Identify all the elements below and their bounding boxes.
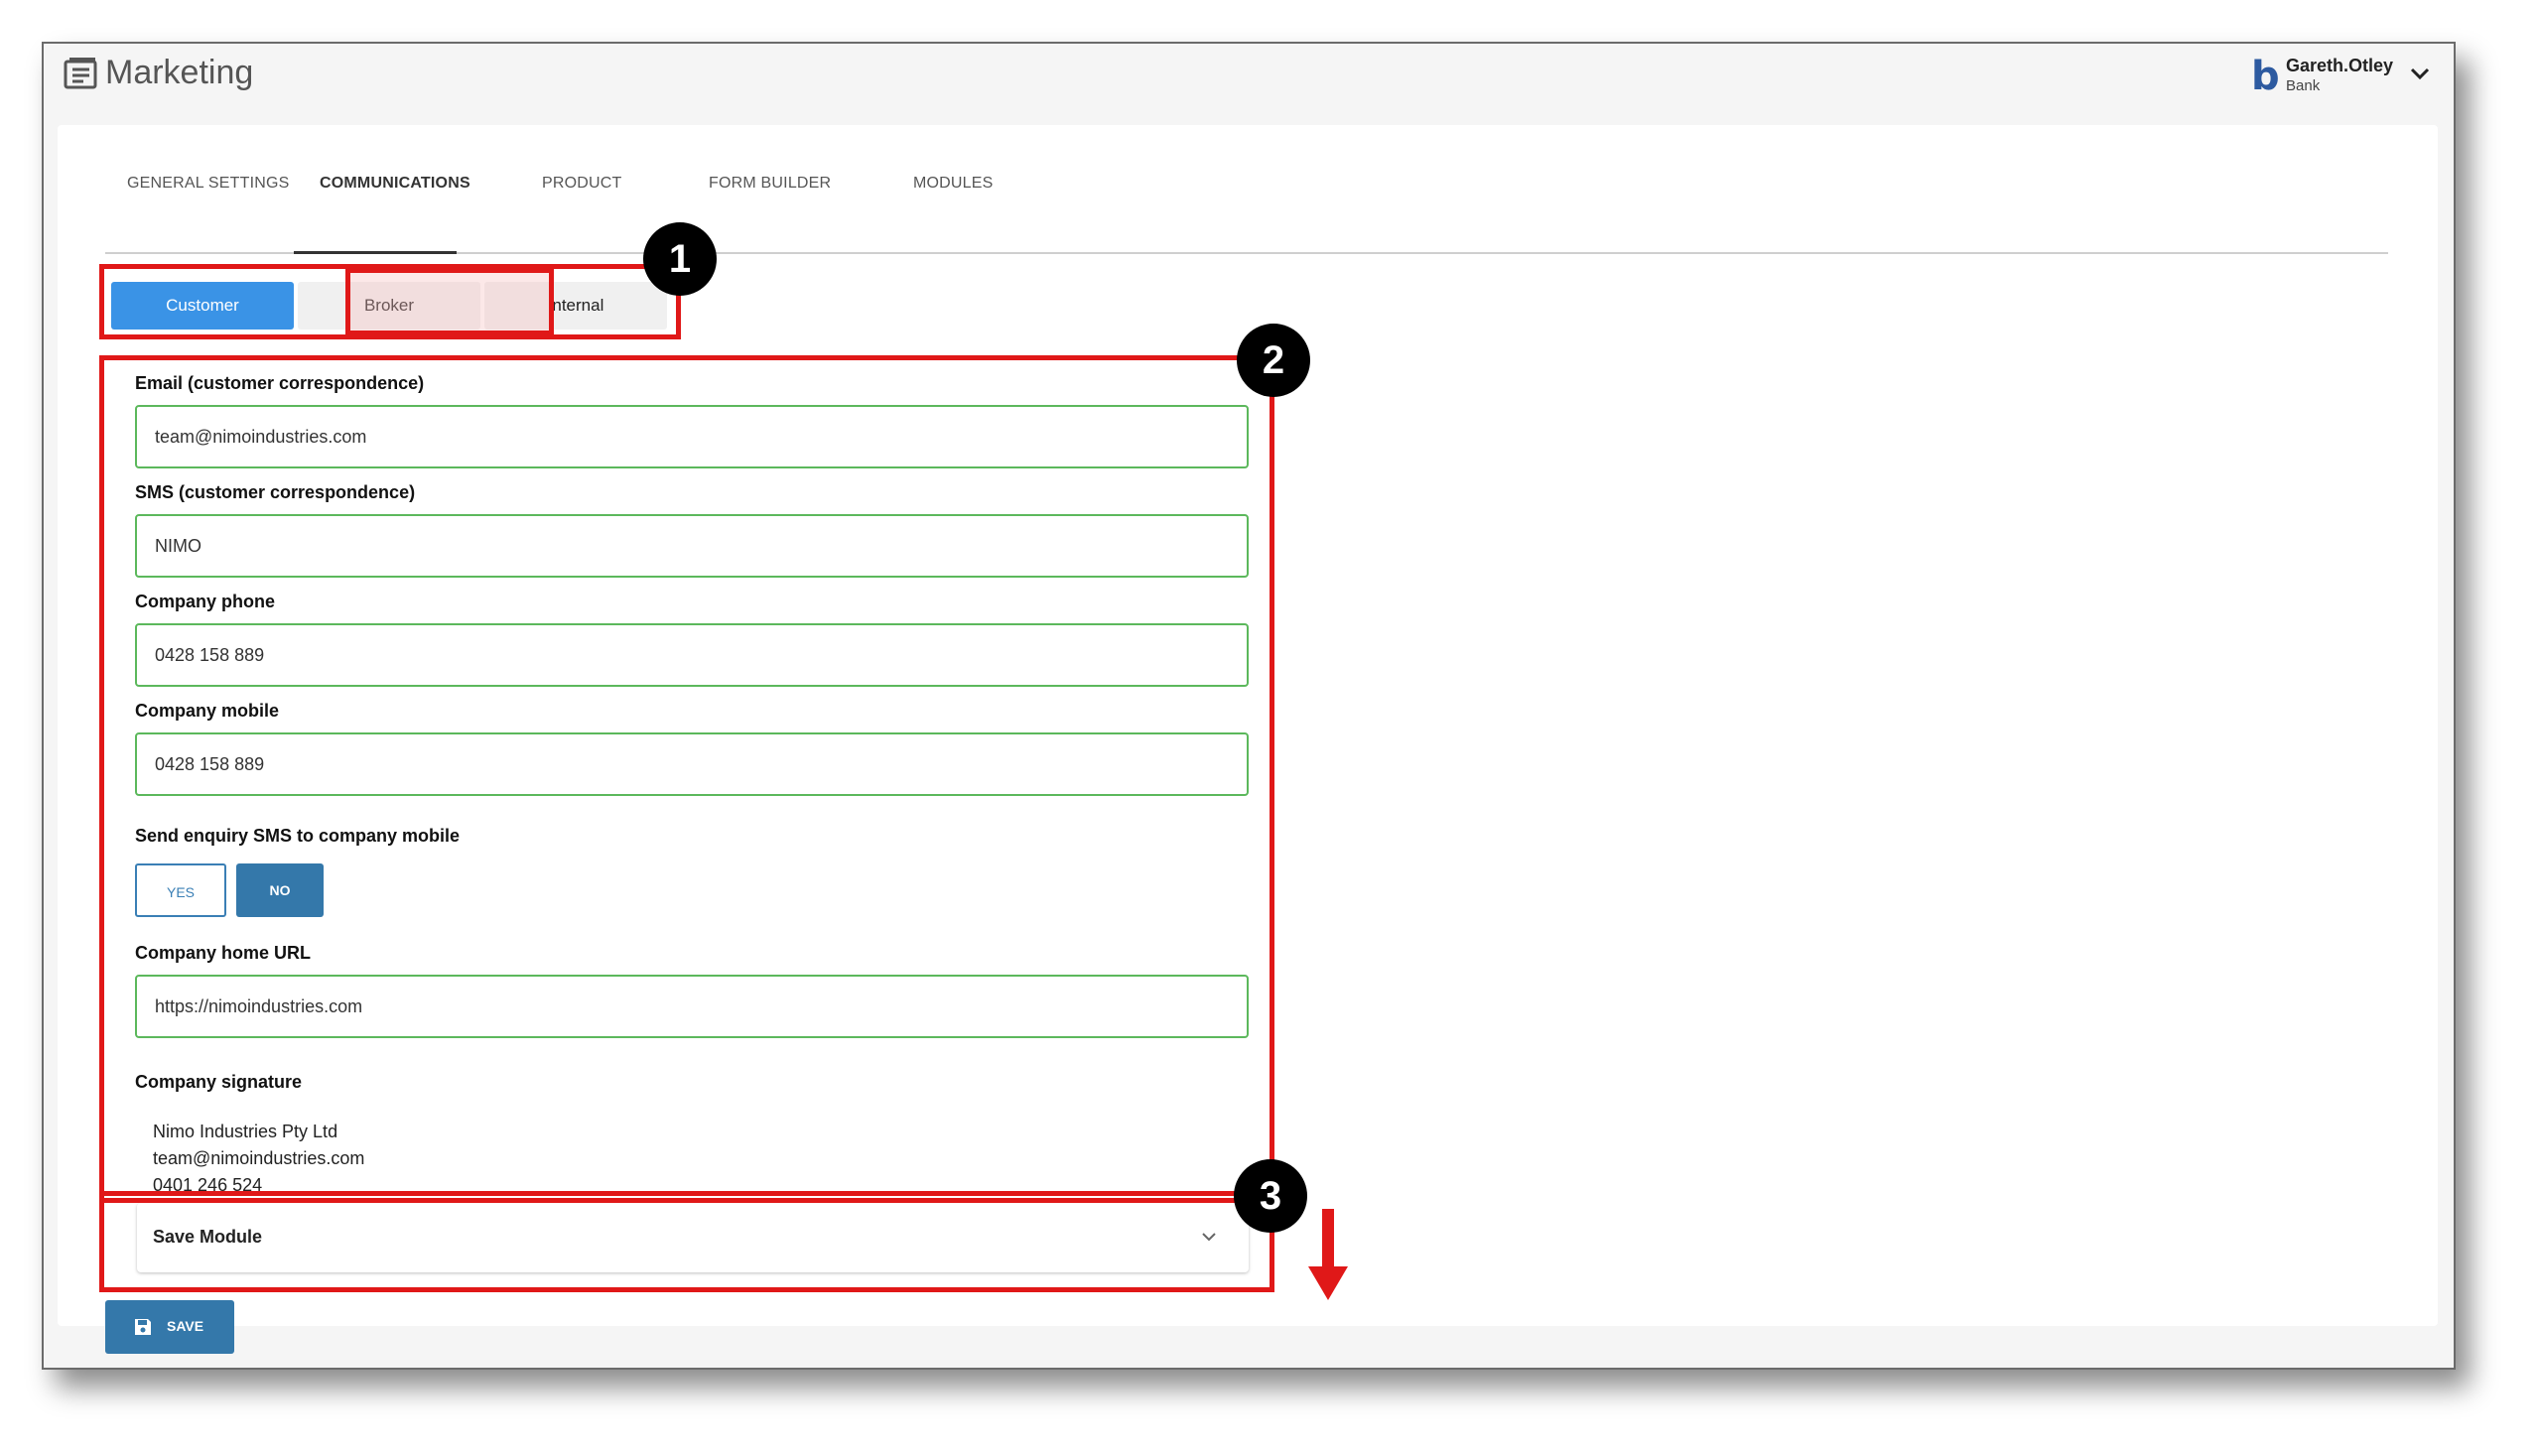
callout-box-2 xyxy=(99,355,1274,1203)
user-org: Bank xyxy=(2286,77,2321,94)
tab-bar: GENERAL SETTINGS COMMUNICATIONS PRODUCT … xyxy=(58,125,2438,254)
tab-modules[interactable]: MODULES xyxy=(913,175,994,193)
tab-general-settings[interactable]: GENERAL SETTINGS xyxy=(127,175,290,193)
callout-badge-2: 2 xyxy=(1237,324,1310,397)
tab-communications[interactable]: COMMUNICATIONS xyxy=(320,175,470,193)
callout-badge-3: 3 xyxy=(1234,1159,1307,1233)
tab-product[interactable]: PRODUCT xyxy=(542,175,622,193)
app-header: Marketing b Gareth.Otley Bank xyxy=(44,44,2454,127)
callout-box-3 xyxy=(99,1191,1274,1292)
user-name[interactable]: Gareth.Otley xyxy=(2286,56,2393,76)
save-button-label: SAVE xyxy=(167,1318,204,1334)
callout-box-1 xyxy=(99,264,681,339)
tab-active-indicator xyxy=(294,251,457,254)
save-button[interactable]: SAVE xyxy=(105,1300,234,1354)
brand-icon: b xyxy=(2251,54,2280,99)
callout-badge-1: 1 xyxy=(643,222,717,296)
save-icon xyxy=(135,1319,151,1335)
content-panel: GENERAL SETTINGS COMMUNICATIONS PRODUCT … xyxy=(58,125,2438,1326)
app-window: Marketing b Gareth.Otley Bank GENERAL SE… xyxy=(42,42,2456,1370)
chevron-down-icon[interactable] xyxy=(2406,60,2434,87)
logo-icon xyxy=(64,58,97,89)
page-title: Marketing xyxy=(105,54,254,91)
tab-form-builder[interactable]: FORM BUILDER xyxy=(709,175,831,193)
down-arrow-icon xyxy=(1308,1209,1348,1300)
